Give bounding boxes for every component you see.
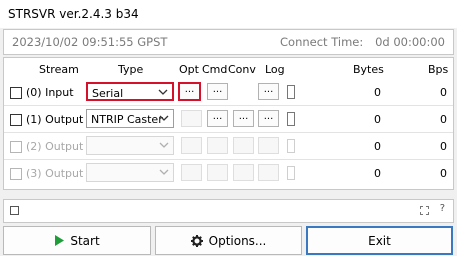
stream-2-type-select[interactable] xyxy=(86,136,174,155)
header-type: Type xyxy=(118,63,144,76)
stream-0-opt-button[interactable]: ... xyxy=(178,82,201,101)
chevron-down-icon xyxy=(158,89,168,95)
trace-icon[interactable] xyxy=(420,206,429,215)
options-button-label: Options... xyxy=(208,233,267,248)
stream-3-conv-button[interactable] xyxy=(233,164,254,181)
stream-0-type-value: Serial xyxy=(92,87,124,100)
stream-1-type-select[interactable]: NTRIP Caster xyxy=(86,109,174,128)
start-button-label: Start xyxy=(70,233,100,248)
row-divider xyxy=(4,132,453,133)
stream-row-2: (2) Output 0 0 xyxy=(4,135,453,160)
stream-row-0: (0) Input Serial ... ... ... 0 0 xyxy=(4,81,453,106)
stream-3-log-indicator xyxy=(287,166,295,180)
stream-2-cmd-button[interactable] xyxy=(207,137,228,154)
gpst-time: 2023/10/02 09:51:55 GPST xyxy=(12,35,168,49)
stream-row-3: (3) Output 0 0 xyxy=(4,162,453,187)
stream-1-checkbox[interactable] xyxy=(10,114,22,126)
status-bar: 2023/10/02 09:51:55 GPST Connect Time: 0… xyxy=(3,29,454,55)
stream-3-bps: 0 xyxy=(440,167,447,180)
row-divider xyxy=(4,105,453,106)
stream-0-cmd-button[interactable]: ... xyxy=(207,83,228,100)
stream-0-log-indicator xyxy=(287,85,295,99)
connect-time-label: Connect Time: xyxy=(280,35,364,49)
stream-3-checkbox[interactable] xyxy=(10,168,22,180)
stream-3-cmd-button[interactable] xyxy=(207,164,228,181)
header-conv: Conv xyxy=(228,63,256,76)
stream-2-opt-button[interactable] xyxy=(181,137,202,154)
start-button[interactable]: Start xyxy=(3,226,151,255)
message-indicator xyxy=(10,206,19,215)
stream-0-log-button[interactable]: ... xyxy=(258,83,279,100)
header-cmd: Cmd xyxy=(202,63,228,76)
stream-0-label: (0) Input xyxy=(26,86,74,99)
stream-3-log-button[interactable] xyxy=(258,164,279,181)
stream-0-type-select[interactable]: Serial xyxy=(86,82,174,101)
chevron-down-icon xyxy=(159,142,169,148)
connect-time-value: 0d 00:00:00 xyxy=(375,35,445,49)
window-title: STRSVR ver.2.4.3 b34 xyxy=(8,7,139,21)
stream-0-bytes: 0 xyxy=(374,86,381,99)
stream-3-opt-button[interactable] xyxy=(181,164,202,181)
stream-3-type-select[interactable] xyxy=(86,163,174,182)
chevron-down-icon xyxy=(159,115,169,121)
options-button[interactable]: Options... xyxy=(155,226,302,255)
stream-2-log-button[interactable] xyxy=(258,137,279,154)
exit-button[interactable]: Exit xyxy=(306,226,453,255)
header-bps: Bps xyxy=(428,63,449,76)
header-bytes: Bytes xyxy=(353,63,384,76)
stream-row-1: (1) Output NTRIP Caster ... ... ... 0 0 xyxy=(4,108,453,133)
stream-1-bps: 0 xyxy=(440,113,447,126)
chevron-down-icon xyxy=(159,169,169,175)
stream-2-checkbox[interactable] xyxy=(10,141,22,153)
stream-3-bytes: 0 xyxy=(374,167,381,180)
stream-2-bytes: 0 xyxy=(374,140,381,153)
help-mark[interactable]: ? xyxy=(440,203,445,214)
stream-2-conv-button[interactable] xyxy=(233,137,254,154)
stream-0-checkbox[interactable] xyxy=(10,87,22,99)
play-icon xyxy=(54,235,65,246)
stream-2-label: (2) Output xyxy=(26,140,84,153)
stream-1-log-indicator xyxy=(287,112,295,126)
gear-icon xyxy=(190,234,203,247)
stream-2-bps: 0 xyxy=(440,140,447,153)
stream-1-label: (1) Output xyxy=(26,113,84,126)
message-bar: ? xyxy=(3,199,454,223)
header-stream: Stream xyxy=(39,63,79,76)
stream-1-bytes: 0 xyxy=(374,113,381,126)
row-divider xyxy=(4,159,453,160)
stream-1-cmd-button[interactable]: ... xyxy=(207,110,228,127)
header-log: Log xyxy=(265,63,285,76)
stream-panel: Stream Type Opt Cmd Conv Log Bytes Bps (… xyxy=(3,57,454,190)
title-bar: STRSVR ver.2.4.3 b34 xyxy=(0,0,457,28)
stream-0-bps: 0 xyxy=(440,86,447,99)
stream-2-log-indicator xyxy=(287,139,295,153)
header-opt: Opt xyxy=(179,63,199,76)
exit-button-label: Exit xyxy=(368,233,391,248)
stream-1-log-button[interactable]: ... xyxy=(258,110,279,127)
stream-1-conv-button[interactable]: ... xyxy=(233,110,254,127)
stream-3-label: (3) Output xyxy=(26,167,84,180)
stream-1-type-value: NTRIP Caster xyxy=(91,113,163,126)
stream-1-opt-button[interactable] xyxy=(181,110,202,127)
